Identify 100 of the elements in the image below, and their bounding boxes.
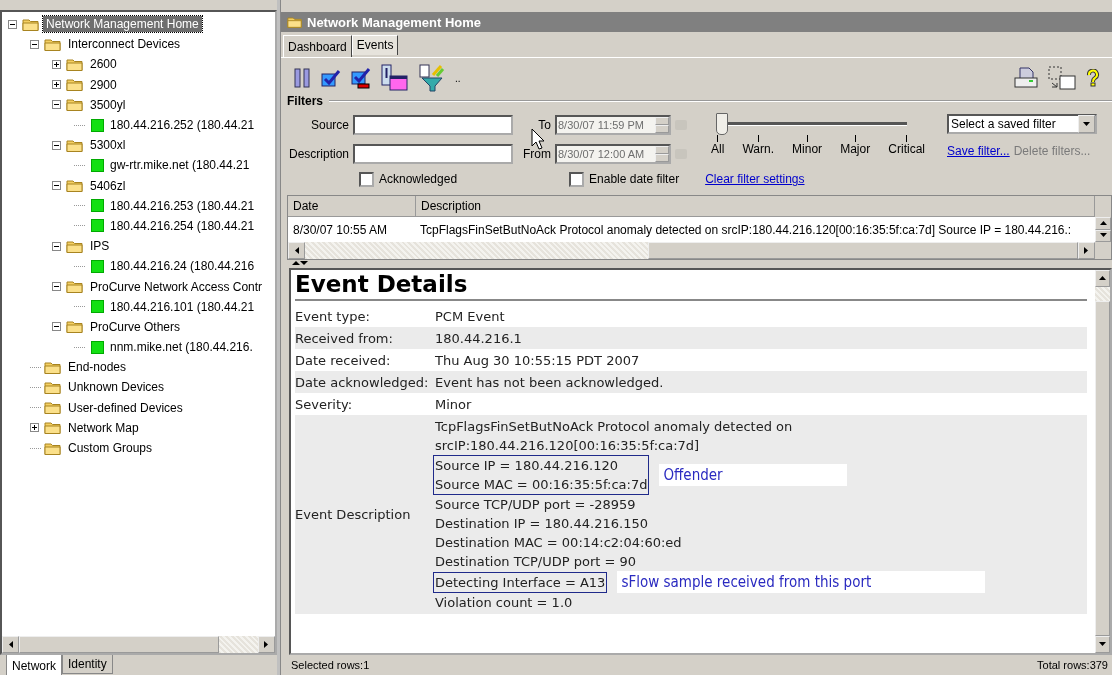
mouse-cursor-icon <box>531 128 545 150</box>
folder-icon <box>66 179 84 193</box>
date-label: To <box>537 118 551 132</box>
pause-icon[interactable] <box>293 67 311 89</box>
tree-item[interactable]: 180.44.216.253 (180.44.21 <box>107 197 258 214</box>
checkmark-icon[interactable] <box>321 69 341 87</box>
date-filter-checkbox[interactable]: Enable date filter <box>569 171 680 187</box>
right-arrow-icon[interactable] <box>1084 247 1089 254</box>
source-label: Source <box>309 118 349 132</box>
printer-icon[interactable] <box>1014 67 1038 89</box>
field-label: Event Description <box>295 507 412 522</box>
expand-icon[interactable] <box>30 423 41 433</box>
table-row[interactable]: 8/30/07 10:55 AM TcpFlagsFinSetButNoAck Protocol anomaly detected on srcIP:180.44.216.120[00:16:35:5f:ca:7d] Source IP = 180.44.216.: <box>288 217 1111 242</box>
acknowledged-checkbox[interactable]: Acknowledged <box>359 171 458 187</box>
saved-filter-dropdown[interactable]: Select a saved filter <box>947 114 1097 134</box>
clear-filter-link[interactable]: Clear filter settings <box>705 172 805 186</box>
expand-icon[interactable] <box>52 59 63 69</box>
tree-item[interactable]: 180.44.216.24 (180.44.216 <box>107 258 258 275</box>
collapse-icon[interactable] <box>52 322 63 332</box>
expand-icon[interactable] <box>52 80 63 90</box>
down-arrow-icon[interactable] <box>1099 233 1107 239</box>
alert-window-icon[interactable] <box>381 64 409 92</box>
tick-label: Warn. <box>742 142 774 156</box>
severity-slider[interactable]: All Warn. Minor Major Critical <box>695 112 925 165</box>
selected-rows-count: Selected rows:1 <box>291 659 370 671</box>
tree-item[interactable]: Custom Groups <box>65 440 156 457</box>
device-status-icon <box>91 259 104 273</box>
tree-item[interactable]: 180.44.216.252 (180.44.21 <box>107 117 258 134</box>
folder-icon <box>66 98 84 112</box>
tree-item[interactable]: 2900 <box>87 76 120 93</box>
annotation-note: sFlow sample received from this port <box>617 571 986 593</box>
filter-funnel-icon[interactable] <box>419 64 445 92</box>
resize-icon[interactable] <box>1048 66 1076 90</box>
device-status-icon <box>91 158 104 172</box>
collapse-icon[interactable] <box>52 140 63 150</box>
scrollbar-thumb[interactable] <box>19 636 219 653</box>
description-line: Source TCP/UDP port = -28959 <box>435 496 637 514</box>
up-arrow-icon[interactable] <box>1099 276 1106 281</box>
tree-item[interactable]: ProCurve Others <box>87 318 184 335</box>
slider-thumb[interactable] <box>716 113 728 135</box>
up-arrow-icon[interactable] <box>1099 220 1107 226</box>
folder-icon <box>44 380 62 394</box>
description-field[interactable] <box>353 144 513 164</box>
tree-item[interactable]: Interconnect Devices <box>65 36 184 53</box>
tree-item[interactable]: 3500yl <box>87 96 129 113</box>
tick-label: Major <box>840 142 871 156</box>
field-value: PCM Event <box>435 308 506 324</box>
tab[interactable]: Dashboard <box>283 35 352 57</box>
annotation-note: Offender <box>659 464 848 486</box>
folder-icon <box>44 421 62 435</box>
device-status-icon <box>91 199 104 213</box>
vertical-scrollbar[interactable] <box>1095 217 1111 242</box>
collapse-icon[interactable] <box>30 39 41 49</box>
tree-item[interactable]: nnm.mike.net (180.44.216. <box>107 339 256 356</box>
help-icon[interactable] <box>1086 69 1100 87</box>
folder-icon <box>44 37 62 51</box>
tree-item[interactable]: ProCurve Network Access Contr <box>87 278 266 295</box>
collapse-icon[interactable] <box>8 19 19 29</box>
scrollbar-thumb[interactable] <box>647 242 1078 259</box>
tree-item[interactable]: IPS <box>87 238 113 255</box>
tree-item[interactable]: 5300xl <box>87 137 129 154</box>
collapse-icon[interactable] <box>52 100 63 110</box>
tree-item[interactable]: User-defined Devices <box>65 399 186 416</box>
left-arrow-icon[interactable] <box>294 247 299 254</box>
save-filter-link[interactable]: Save filter... <box>947 144 1010 158</box>
source-field[interactable] <box>353 115 513 135</box>
tab[interactable]: Network <box>6 655 62 675</box>
collapse-icon[interactable] <box>52 241 63 251</box>
field-value: Minor <box>435 396 473 412</box>
tree-item[interactable]: Network Map <box>65 419 142 436</box>
scrollbar-track[interactable] <box>1095 287 1110 301</box>
field-value: Event has not been acknowledged. <box>435 374 665 390</box>
tree-item[interactable]: Unknown Devices <box>65 379 168 396</box>
left-arrow-icon[interactable] <box>8 641 13 648</box>
horizontal-scrollbar[interactable] <box>0 636 277 655</box>
tree-item[interactable]: 180.44.216.101 (180.44.21 <box>107 298 258 315</box>
tree-item[interactable]: 180.44.216.254 (180.44.21 <box>107 217 258 234</box>
folder-icon <box>44 441 62 455</box>
tab[interactable]: Identity <box>62 655 113 674</box>
panel-title: Network Management Home <box>307 14 482 30</box>
tab[interactable]: Events <box>351 35 399 55</box>
folder-icon <box>66 280 84 294</box>
collapse-icon[interactable] <box>52 181 63 191</box>
folder-icon <box>22 17 40 31</box>
device-status-icon <box>91 219 104 233</box>
tree-item[interactable]: 5406zl <box>87 177 129 194</box>
collapse-icon[interactable] <box>52 282 63 292</box>
right-arrow-icon[interactable] <box>264 641 269 648</box>
down-arrow-icon[interactable] <box>1099 642 1106 647</box>
splitter-arrows-icon[interactable] <box>291 260 309 266</box>
tick-label: Critical <box>888 142 925 156</box>
horizontal-scrollbar[interactable] <box>288 242 1095 259</box>
tree-item[interactable]: 2600 <box>87 56 120 73</box>
tree-item[interactable]: gw-rtr.mike.net (180.44.21 <box>107 157 253 174</box>
device-status-icon <box>91 340 104 354</box>
folder-icon <box>66 320 84 334</box>
checkmark-minus-icon[interactable] <box>351 67 371 89</box>
tree-item[interactable]: Network Management Home <box>43 16 202 33</box>
tree-item[interactable]: End-nodes <box>65 359 130 376</box>
dropdown-arrow-icon[interactable] <box>1083 121 1090 127</box>
